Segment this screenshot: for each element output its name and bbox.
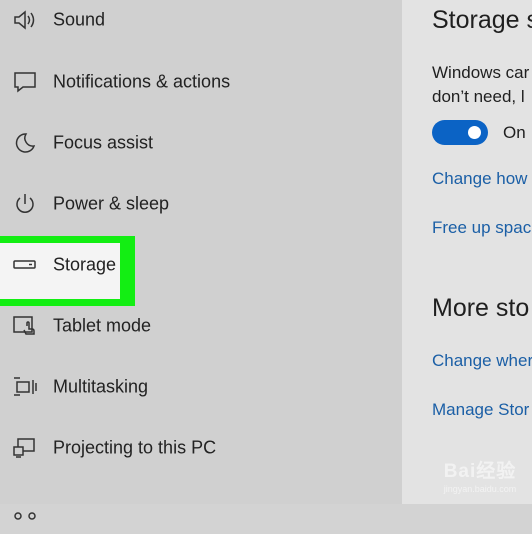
settings-sidebar: Sound Notifications & actions Focus assi…: [0, 0, 402, 520]
sidebar-item-label: Sound: [53, 9, 106, 30]
sidebar-item-label: Storage: [53, 254, 117, 275]
manage-storage-link[interactable]: Manage Stor: [432, 400, 529, 420]
toggle-state-label: On: [503, 123, 526, 142]
sidebar-item-label: Focus assist: [53, 132, 154, 153]
moon-icon: [12, 130, 38, 156]
watermark-main: Bai经验: [443, 461, 517, 482]
change-where-link[interactable]: Change wher: [432, 351, 532, 371]
sidebar-item-label: Notifications & actions: [53, 71, 231, 92]
storage-sense-description-line1: Windows car: [432, 63, 530, 82]
storage-section-title: Storage s: [432, 6, 532, 34]
tablet-mode-icon: [12, 313, 38, 339]
sidebar-item-focus-assist[interactable]: Focus assist: [0, 118, 402, 168]
storage-sense-description-line2: don’t need, l: [432, 87, 525, 106]
sidebar-item-label: Projecting to this PC: [53, 437, 217, 458]
sidebar-item-label: Multitasking: [53, 376, 149, 397]
free-up-space-link[interactable]: Free up spac: [432, 218, 531, 238]
sidebar-item-power-sleep[interactable]: Power & sleep: [0, 179, 402, 229]
sidebar-item-sound[interactable]: Sound: [0, 0, 402, 45]
speaker-icon: [12, 7, 38, 33]
sidebar-item-partial[interactable]: [0, 484, 402, 534]
sidebar-item-storage[interactable]: Storage: [0, 236, 402, 306]
sidebar-item-projecting[interactable]: Projecting to this PC: [0, 423, 402, 473]
more-storage-title: More sto: [432, 294, 530, 322]
watermark-sub: jingyan.baidu.com: [443, 484, 517, 494]
toggle-knob: [468, 126, 481, 139]
baidu-watermark: Bai经验 jingyan.baidu.com: [434, 460, 526, 500]
storage-drive-icon: [12, 252, 38, 278]
sidebar-item-label: Power & sleep: [53, 193, 170, 214]
notification-icon: [12, 69, 38, 95]
shared-experiences-icon: [12, 496, 38, 522]
sidebar-item-label: Tablet mode: [53, 315, 152, 336]
power-icon: [12, 191, 38, 217]
sidebar-item-multitasking[interactable]: Multitasking: [0, 362, 402, 412]
sidebar-item-tablet-mode[interactable]: Tablet mode: [0, 301, 402, 351]
storage-sense-toggle[interactable]: [432, 120, 488, 145]
change-how-link[interactable]: Change how: [432, 169, 527, 189]
multitasking-icon: [12, 374, 38, 400]
storage-settings-pane: Storage s Windows car don’t need, l On C…: [402, 0, 532, 504]
sidebar-item-notifications[interactable]: Notifications & actions: [0, 57, 402, 107]
projecting-icon: [12, 435, 38, 461]
